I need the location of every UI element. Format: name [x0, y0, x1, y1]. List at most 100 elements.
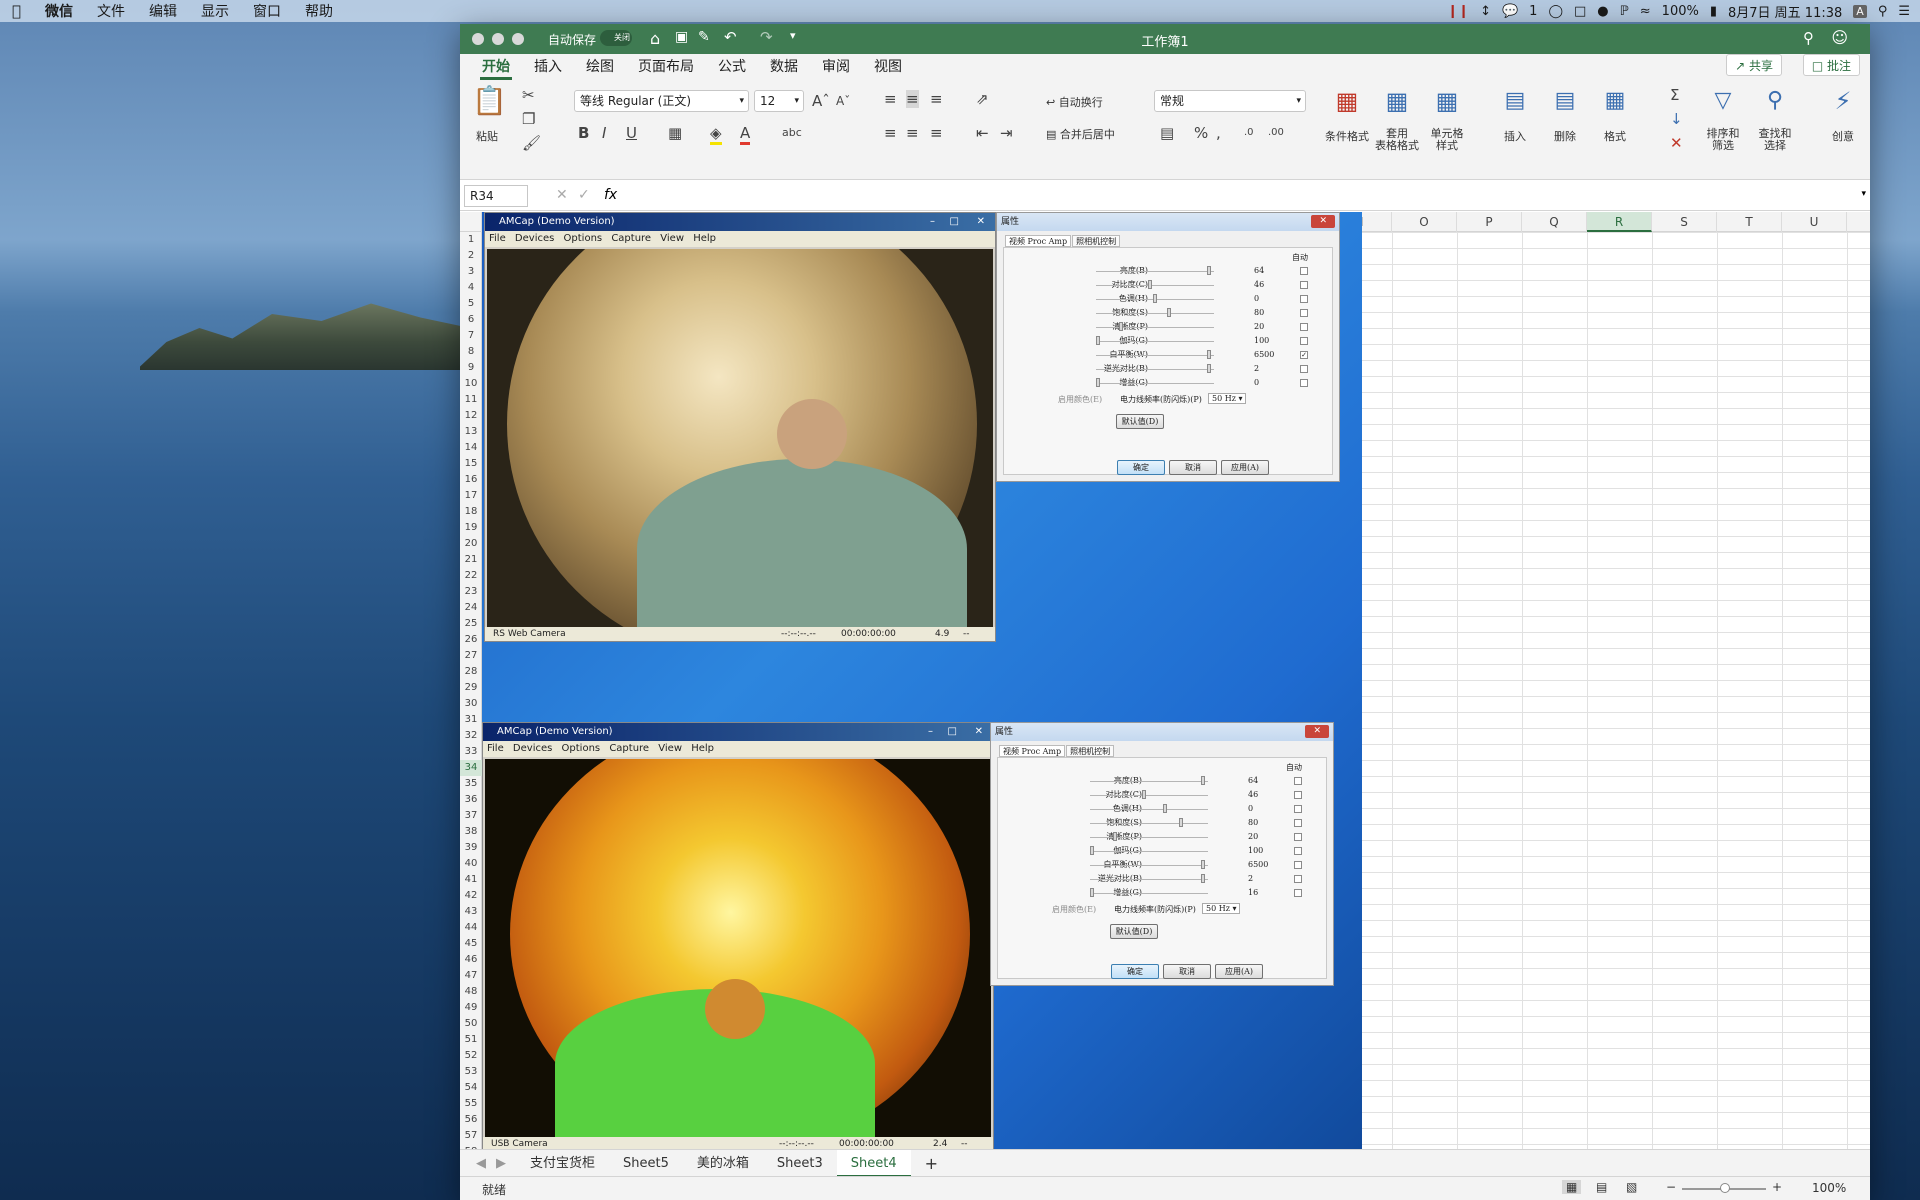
row-header[interactable]: 41 — [460, 872, 482, 888]
row-header[interactable]: 42 — [460, 888, 482, 904]
search-icon[interactable]: ⚲ — [1803, 29, 1814, 47]
property-slider-track[interactable] — [1096, 285, 1214, 286]
prev-sheet-icon[interactable]: ◀ — [470, 1156, 492, 1171]
row-header[interactable]: 37 — [460, 808, 482, 824]
tab-camera-control[interactable]: 照相机控制 — [1066, 745, 1115, 757]
amcap-menu-options[interactable]: Options — [562, 743, 601, 754]
row-header[interactable]: 29 — [460, 680, 482, 696]
normal-view-icon[interactable]: ▦ — [1562, 1180, 1582, 1194]
amcap-menu-devices[interactable]: Devices — [515, 233, 554, 244]
property-slider-thumb[interactable] — [1148, 280, 1153, 289]
row-header[interactable]: 11 — [460, 392, 482, 408]
page-layout-view-icon[interactable]: ▤ — [1596, 1180, 1607, 1194]
property-slider-track[interactable] — [1090, 823, 1208, 824]
find-select-label[interactable]: 查找和 选择 — [1752, 128, 1798, 152]
amcap-menu-capture[interactable]: Capture — [609, 743, 649, 754]
apply-button[interactable]: 应用(A) — [1215, 964, 1263, 979]
row-header[interactable]: 2 — [460, 248, 482, 264]
close-icon[interactable]: ✕ — [977, 213, 985, 231]
tab-review[interactable]: 审阅 — [810, 56, 862, 80]
row-header[interactable]: 48 — [460, 984, 482, 1000]
row-header[interactable]: 55 — [460, 1096, 482, 1112]
cell-style-label[interactable]: 单元格 样式 — [1422, 128, 1472, 152]
copy-icon[interactable]: ❐ — [522, 110, 535, 128]
share-button[interactable]: ↗ 共享 — [1726, 54, 1782, 76]
column-header-u[interactable]: U — [1782, 212, 1847, 232]
property-slider-thumb[interactable] — [1178, 818, 1183, 827]
table-format-icon[interactable]: ▦ — [1382, 86, 1412, 116]
minimize-icon[interactable]: – — [930, 213, 935, 231]
format-cells-label[interactable]: 格式 — [1600, 128, 1630, 144]
row-header[interactable]: 23 — [460, 584, 482, 600]
row-header[interactable]: 28 — [460, 664, 482, 680]
font-name-select[interactable]: 等线 Regular (正文) ▾ — [574, 90, 749, 112]
property-slider-thumb[interactable] — [1090, 846, 1094, 855]
comments-button[interactable]: □ 批注 — [1802, 54, 1860, 76]
row-header[interactable]: 25 — [460, 616, 482, 632]
row-header[interactable]: 12 — [460, 408, 482, 424]
ok-button[interactable]: 确定 — [1111, 964, 1159, 979]
default-button[interactable]: 默认值(D) — [1116, 414, 1164, 429]
apple-menu-icon[interactable]:  — [0, 2, 33, 20]
row-header[interactable]: 19 — [460, 520, 482, 536]
property-slider-thumb[interactable] — [1206, 266, 1211, 275]
row-header[interactable]: 7 — [460, 328, 482, 344]
row-header[interactable]: 57 — [460, 1128, 482, 1144]
tab-insert[interactable]: 插入 — [522, 56, 574, 80]
percent-icon[interactable]: % — [1194, 124, 1208, 142]
next-sheet-icon[interactable]: ▶ — [492, 1156, 516, 1171]
column-header-r[interactable]: R — [1587, 212, 1652, 232]
row-header[interactable]: 44 — [460, 920, 482, 936]
property-slider-track[interactable] — [1090, 865, 1208, 866]
cancel-button[interactable]: 取消 — [1163, 964, 1211, 979]
increase-decimal-icon[interactable]: .0 — [1244, 124, 1254, 142]
sheet-tab[interactable]: 支付宝货柜 — [516, 1150, 609, 1177]
row-header[interactable]: 26 — [460, 632, 482, 648]
row-header[interactable]: 53 — [460, 1064, 482, 1080]
row-header[interactable]: 51 — [460, 1032, 482, 1048]
property-slider-track[interactable] — [1096, 355, 1214, 356]
maximize-icon[interactable]: □ — [950, 213, 959, 231]
property-slider-track[interactable] — [1096, 383, 1214, 384]
zoom-in-button[interactable]: + — [1772, 1180, 1782, 1194]
menu-edit[interactable]: 编辑 — [137, 1, 189, 21]
search-status-icon[interactable]: ◯ — [1548, 4, 1563, 19]
tab-camera-control[interactable]: 照相机控制 — [1072, 235, 1121, 247]
italic-button[interactable]: I — [602, 124, 606, 142]
transfer-icon[interactable]: ↕ — [1480, 4, 1491, 19]
property-slider-track[interactable] — [1090, 781, 1208, 782]
property-slider-thumb[interactable] — [1153, 294, 1157, 303]
property-slider-thumb[interactable] — [1090, 888, 1094, 897]
amcap-menu-capture[interactable]: Capture — [611, 233, 651, 244]
row-header[interactable]: 14 — [460, 440, 482, 456]
increase-font-icon[interactable]: Aˆ — [812, 92, 830, 110]
property-slider-track[interactable] — [1090, 837, 1208, 838]
row-header[interactable]: 3 — [460, 264, 482, 280]
comma-icon[interactable]: , — [1216, 124, 1221, 142]
row-header[interactable]: 15 — [460, 456, 482, 472]
confirm-entry-icon[interactable]: ✓ — [578, 187, 590, 203]
name-box[interactable]: R34 — [464, 185, 528, 207]
tab-page-layout[interactable]: 页面布局 — [626, 56, 706, 80]
merge-center-button[interactable]: ▤ 合并后居中 — [1046, 126, 1115, 142]
spotlight-icon[interactable]: ⚲ — [1878, 4, 1888, 19]
conditional-format-icon[interactable]: ▦ — [1332, 86, 1362, 116]
auto-checkbox[interactable] — [1300, 379, 1308, 387]
find-select-icon[interactable]: ⚲ — [1760, 86, 1790, 116]
row-header[interactable]: 47 — [460, 968, 482, 984]
row-header[interactable]: 16 — [460, 472, 482, 488]
row-header[interactable]: 1 — [460, 232, 482, 248]
row-header[interactable]: 21 — [460, 552, 482, 568]
delete-cells-label[interactable]: 删除 — [1550, 128, 1580, 144]
sheet-tab[interactable]: Sheet3 — [763, 1150, 837, 1177]
property-slider-thumb[interactable] — [1166, 308, 1171, 317]
paste-label[interactable]: 粘贴 — [472, 128, 502, 144]
minimize-icon[interactable]: – — [928, 723, 933, 741]
auto-checkbox[interactable] — [1300, 267, 1308, 275]
property-slider-thumb[interactable] — [1200, 860, 1205, 869]
tab-formulas[interactable]: 公式 — [706, 56, 758, 80]
auto-checkbox[interactable] — [1294, 805, 1302, 813]
row-header[interactable]: 32 — [460, 728, 482, 744]
row-header[interactable]: 30 — [460, 696, 482, 712]
pause-icon[interactable]: ❙❙ — [1447, 4, 1469, 19]
